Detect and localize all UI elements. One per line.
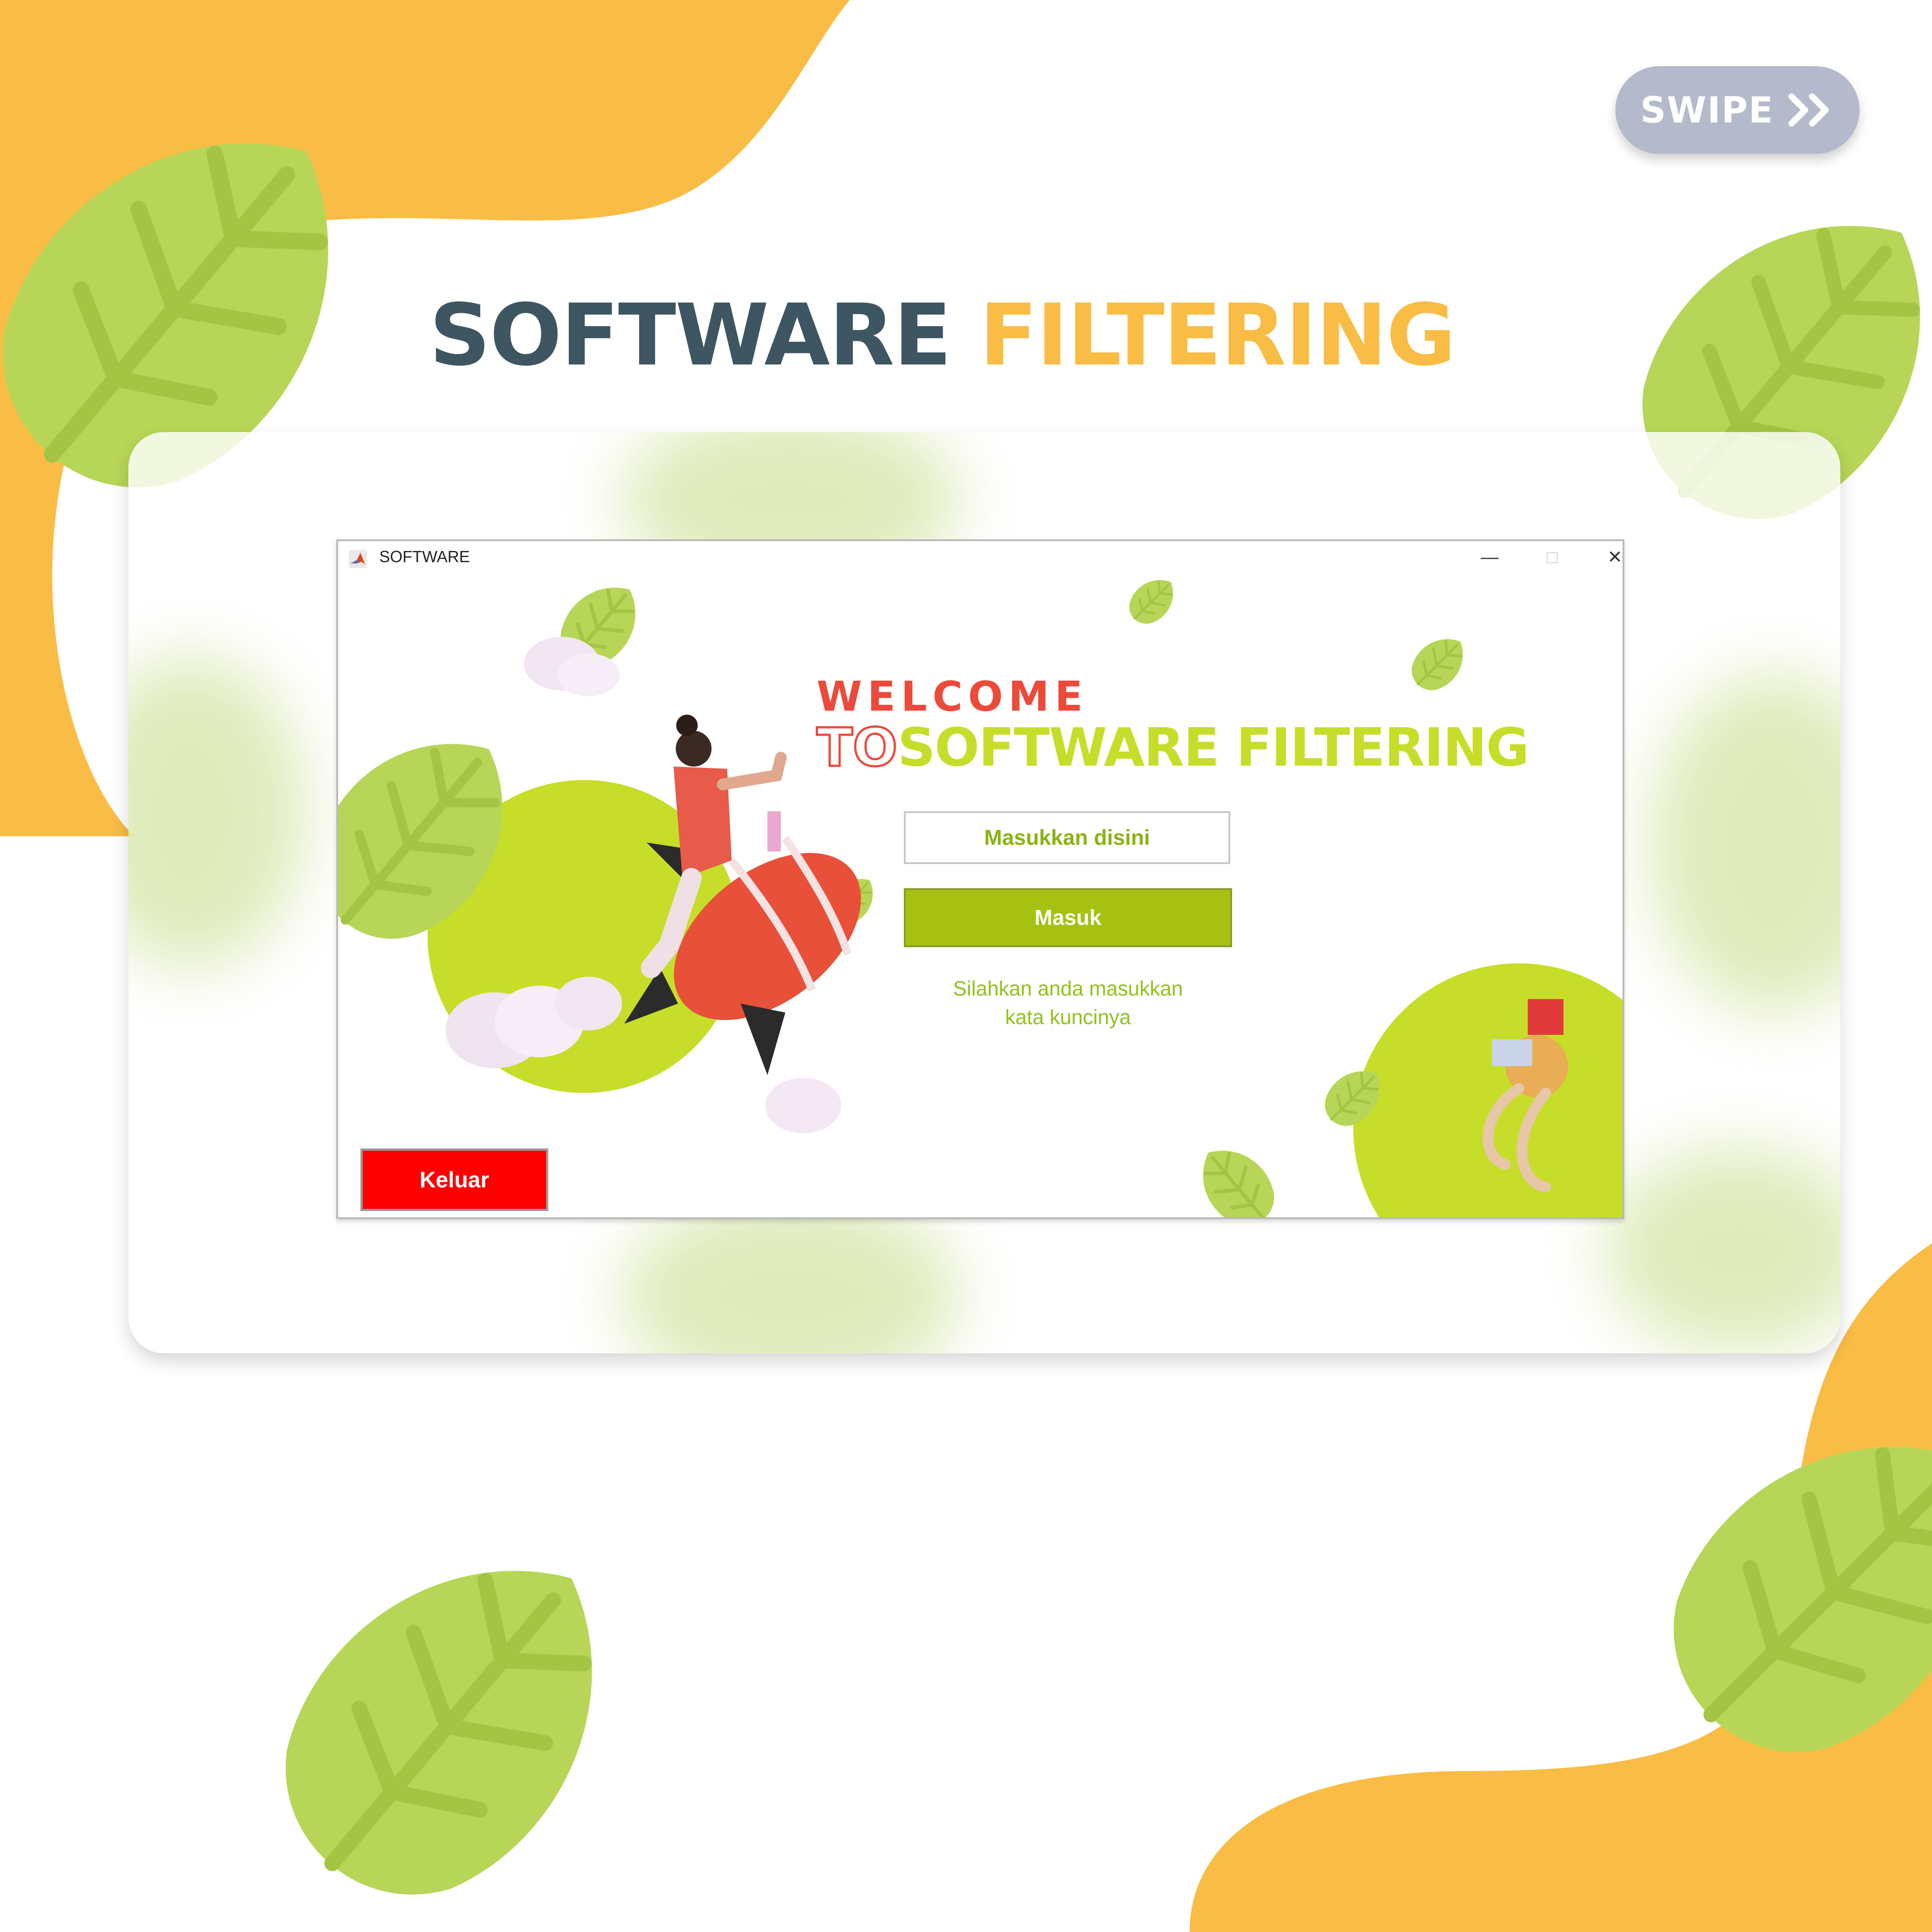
- blur-blob: [128, 656, 307, 969]
- double-chevron-right-icon: [1788, 93, 1829, 127]
- lime-circle-right: [1353, 963, 1623, 1217]
- person-arm: [717, 752, 787, 790]
- leaf-top-center: [1121, 574, 1184, 632]
- app-client-area: WELCOME TOSOFTWARE FILTERING Masukkan di…: [338, 574, 1623, 1217]
- keyword-input[interactable]: Masukkan disini: [904, 811, 1230, 864]
- page-title-part2: FILTERING: [979, 286, 1456, 385]
- leaf-bottom-left: [231, 1494, 672, 1932]
- maximize-button[interactable]: □: [1528, 545, 1577, 570]
- brand-text: SOFTWARE FILTERING: [897, 716, 1530, 778]
- swipe-label: SWIPE: [1640, 89, 1774, 131]
- cloud: [557, 653, 620, 696]
- window-titlebar[interactable]: SOFTWARE — □ ✕: [338, 541, 1623, 574]
- cloud: [555, 977, 622, 1030]
- page-title-part1: SOFTWARE: [429, 286, 952, 385]
- person-head: [676, 731, 712, 767]
- keluar-button[interactable]: Keluar: [360, 1148, 548, 1211]
- welcome-heading: WELCOME: [817, 673, 1089, 720]
- rocket-fin: [741, 1004, 785, 1075]
- to-text: TO: [816, 716, 899, 780]
- instruction-line-2: kata kuncinya: [1005, 1005, 1131, 1029]
- welcome-subheading: TOSOFTWARE FILTERING: [816, 716, 1530, 780]
- screenshot-card: SOFTWARE — □ ✕ WELCOME TOSOFTWARE FILTER…: [128, 432, 1840, 1353]
- masuk-button[interactable]: Masuk: [904, 888, 1232, 947]
- character-laptop: [1492, 1039, 1532, 1066]
- page-title: SOFTWARE FILTERING: [429, 293, 1456, 378]
- leaf-right-upper: [1402, 627, 1476, 700]
- app-window: SOFTWARE — □ ✕ WELCOME TOSOFTWARE FILTER…: [336, 539, 1624, 1219]
- swipe-button[interactable]: SWIPE: [1615, 66, 1860, 154]
- cloud: [765, 1078, 841, 1133]
- blur-blob: [1649, 674, 1840, 1013]
- blur-blob: [1604, 1148, 1840, 1353]
- instruction-line-1: Silahkan anda masukkan: [953, 977, 1183, 1000]
- character-head: [1528, 999, 1563, 1035]
- minimize-button[interactable]: —: [1465, 545, 1514, 570]
- matlab-icon: [349, 550, 367, 568]
- laptop: [767, 811, 781, 852]
- close-button[interactable]: ✕: [1590, 545, 1623, 570]
- person-hair-bun: [676, 715, 698, 736]
- instruction-text: Silahkan anda masukkan kata kuncinya: [904, 974, 1232, 1031]
- window-title: SOFTWARE: [379, 547, 470, 566]
- leaf-bottom-center: [1185, 1133, 1288, 1217]
